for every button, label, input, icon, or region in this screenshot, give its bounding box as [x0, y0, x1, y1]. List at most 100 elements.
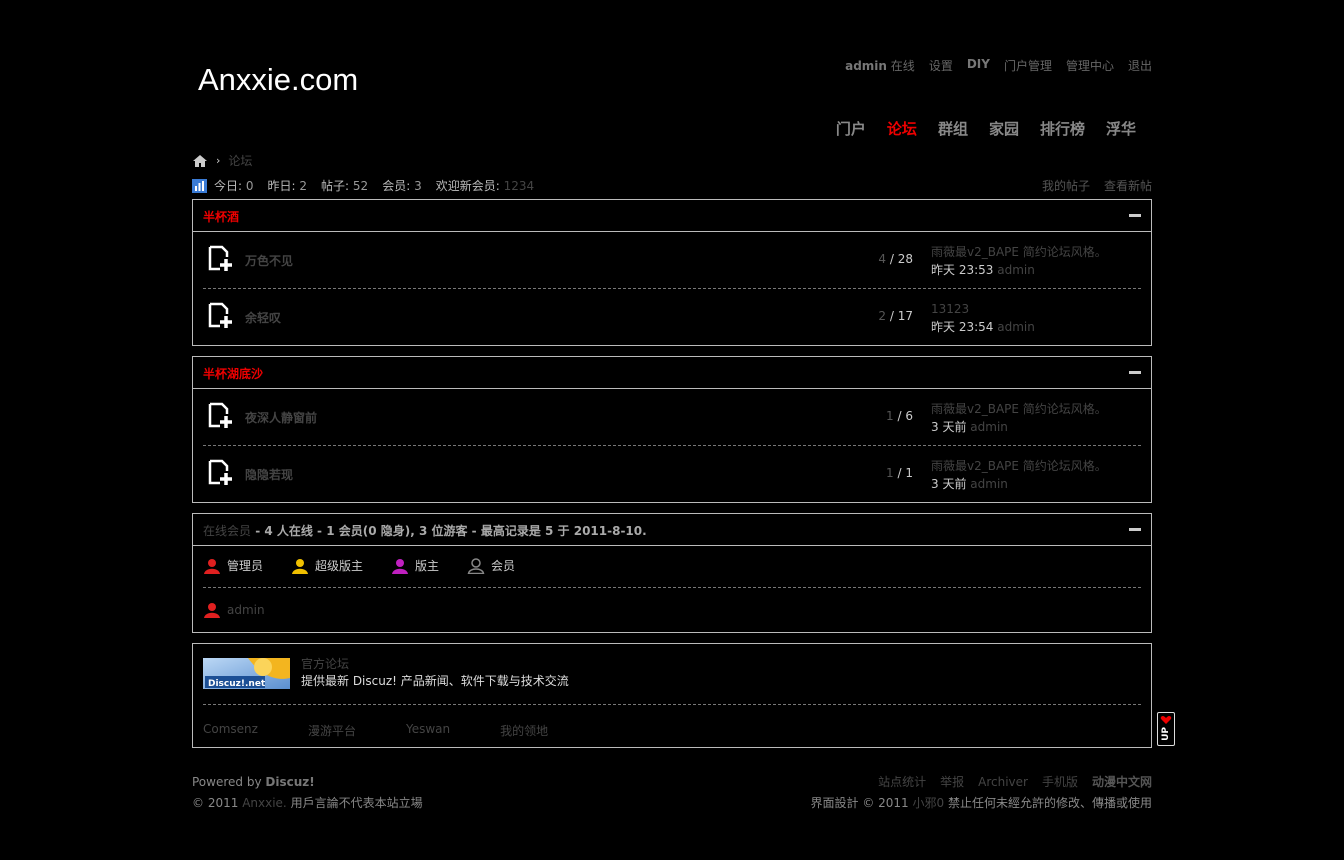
site-logo[interactable]: Anxxie.com: [198, 62, 358, 98]
category-title[interactable]: 半杯酒: [203, 208, 239, 225]
footer-links: 站点统计 举报 Archiver 手机版 动漫中文网: [811, 772, 1152, 793]
user-icon: [467, 557, 485, 574]
forum-new-icon[interactable]: [207, 402, 235, 430]
stat-members: 会员: 3: [382, 179, 422, 193]
text-link[interactable]: Comsenz: [203, 722, 258, 739]
footer-link-comic[interactable]: 动漫中文网: [1092, 772, 1152, 793]
nav-home[interactable]: 家园: [989, 118, 1019, 139]
forum-row: 万色不见 4 / 28 雨薇最v2_BAPE 简约论坛风格。 昨天 23:53 …: [203, 231, 1141, 288]
forum-counts: 2 / 17: [878, 309, 913, 323]
svg-text:Discuz!.net: Discuz!.net: [208, 679, 266, 689]
forum-counts: 1 / 1: [886, 466, 913, 480]
copyright: © 2011 Anxxie. 用戶言論不代表本站立場: [192, 796, 423, 810]
back-to-top-button[interactable]: UP: [1157, 712, 1175, 746]
user-icon: [204, 558, 220, 574]
legend-admin: 管理员: [203, 557, 263, 574]
user-icon: [392, 558, 409, 574]
footer-link-archiver[interactable]: Archiver: [978, 772, 1028, 793]
online-user: admin: [203, 602, 265, 618]
breadcrumb: › 论坛: [192, 152, 252, 169]
last-post-title[interactable]: 雨薇最v2_BAPE 简约论坛风格。: [931, 400, 1107, 418]
footer-link-report[interactable]: 举报: [940, 772, 964, 793]
online-user-name[interactable]: admin: [227, 603, 265, 617]
site-link[interactable]: Anxxie.: [242, 796, 287, 810]
nav-portal[interactable]: 门户: [836, 118, 866, 139]
admin-center-link[interactable]: 管理中心: [1066, 57, 1114, 74]
diy-link[interactable]: DIY: [967, 57, 990, 74]
category-header: 半杯酒: [193, 200, 1151, 232]
nav-forum[interactable]: 论坛: [887, 118, 917, 139]
online-legend: 管理员 超级版主 版主 会员: [203, 557, 543, 574]
chevron-right-icon: ›: [216, 154, 221, 167]
last-post-title[interactable]: 13123: [931, 300, 1035, 318]
discuz-link[interactable]: Discuz!: [265, 775, 314, 789]
friend-link-desc: 提供最新 Discuz! 产品新闻、软件下载与技术交流: [301, 674, 569, 688]
collapse-icon[interactable]: [1129, 371, 1141, 374]
forum-name[interactable]: 隐隐若现: [245, 466, 293, 483]
designer-link[interactable]: 小邪0: [913, 796, 945, 810]
text-link[interactable]: 漫游平台: [308, 722, 356, 739]
last-post-author[interactable]: admin: [970, 477, 1008, 491]
online-summary: - 4 人在线 - 1 会员(0 隐身), 3 位游客 - 最高记录是 5 于 …: [251, 524, 647, 538]
footer-link-mobile[interactable]: 手机版: [1042, 772, 1078, 793]
stats-icon: [192, 178, 207, 193]
divider: [203, 704, 1141, 705]
forum-new-icon[interactable]: [207, 302, 235, 330]
logout-link[interactable]: 退出: [1128, 57, 1152, 74]
last-post-author[interactable]: admin: [997, 263, 1035, 277]
forum-new-icon[interactable]: [207, 245, 235, 273]
breadcrumb-current[interactable]: 论坛: [228, 152, 252, 169]
collapse-icon[interactable]: [1129, 214, 1141, 217]
top-links: admin 在线 设置 DIY 门户管理 管理中心 退出: [845, 57, 1152, 74]
nav-group[interactable]: 群组: [938, 118, 968, 139]
settings-link[interactable]: 设置: [929, 57, 953, 74]
online-header: 在线会员 - 4 人在线 - 1 会员(0 隐身), 3 位游客 - 最高记录是…: [193, 514, 1151, 546]
last-post-title[interactable]: 雨薇最v2_BAPE 简约论坛风格。: [931, 243, 1107, 261]
stat-today: 今日: 0: [214, 179, 254, 193]
category-box: 半杯酒 万色不见 4 / 28 雨薇最v2_BAPE 简约论坛风格。 昨天 23…: [192, 199, 1152, 346]
forum-name[interactable]: 万色不见: [245, 252, 293, 269]
forum-stats: 今日: 0 昨日: 2 帖子: 52 会员: 3 欢迎新会员: 1234 我的帖…: [192, 177, 1152, 195]
username-link[interactable]: admin: [845, 59, 887, 73]
category-header: 半杯湖底沙: [193, 357, 1151, 389]
last-post-time: 昨天 23:53: [931, 263, 994, 277]
collapse-icon[interactable]: [1129, 528, 1141, 531]
forum-last-post: 雨薇最v2_BAPE 简约论坛风格。 昨天 23:53 admin: [931, 243, 1107, 279]
friend-link-name[interactable]: 官方论坛: [301, 656, 569, 673]
category-box: 半杯湖底沙 夜深人静窗前 1 / 6 雨薇最v2_BAPE 简约论坛风格。 3 …: [192, 356, 1152, 503]
legend-mod: 版主: [391, 557, 439, 574]
new-member-link[interactable]: 1234: [504, 179, 535, 193]
forum-name[interactable]: 夜深人静窗前: [245, 409, 317, 426]
forum-row: 余轻叹 2 / 17 13123 昨天 23:54 admin: [203, 288, 1141, 345]
main-nav: 门户 论坛 群组 家园 排行榜 浮华: [815, 118, 1136, 139]
design-credit: 界面設計 © 2011 小邪0 禁止任何未經允許的修改、傳播或使用: [810, 796, 1152, 810]
back-to-top-label: UP: [1161, 727, 1171, 741]
last-post-time: 3 天前: [931, 477, 967, 491]
new-posts-link[interactable]: 查看新帖: [1104, 177, 1152, 194]
forum-counts: 4 / 28: [878, 252, 913, 266]
stat-yesterday: 昨日: 2: [267, 179, 308, 193]
discuz-logo[interactable]: Discuz!.net: [203, 658, 290, 689]
text-link[interactable]: Yeswan: [406, 722, 450, 739]
text-link[interactable]: 我的领地: [500, 722, 548, 739]
nav-ranking[interactable]: 排行榜: [1040, 118, 1085, 139]
forum-last-post: 13123 昨天 23:54 admin: [931, 300, 1035, 336]
forum-name[interactable]: 余轻叹: [245, 309, 281, 326]
category-title[interactable]: 半杯湖底沙: [203, 365, 263, 382]
last-post-author[interactable]: admin: [970, 420, 1008, 434]
nav-fuhua[interactable]: 浮华: [1106, 118, 1136, 139]
portal-admin-link[interactable]: 门户管理: [1004, 57, 1052, 74]
last-post-title[interactable]: 雨薇最v2_BAPE 简约论坛风格。: [931, 457, 1107, 475]
forum-counts: 1 / 6: [886, 409, 913, 423]
stat-new-member: 欢迎新会员: 1234: [435, 179, 535, 193]
friend-link-official: 官方论坛 提供最新 Discuz! 产品新闻、软件下载与技术交流: [301, 656, 569, 690]
powered-by: Powered by Discuz!: [192, 775, 315, 789]
last-post-author[interactable]: admin: [997, 320, 1035, 334]
my-posts-link[interactable]: 我的帖子: [1042, 177, 1090, 194]
online-label[interactable]: 在线会员: [203, 524, 251, 538]
footer-link-stats[interactable]: 站点统计: [878, 772, 926, 793]
forum-row: 隐隐若现 1 / 1 雨薇最v2_BAPE 简约论坛风格。 3 天前 admin: [203, 445, 1141, 502]
text-links: Comsenz 漫游平台 Yeswan 我的领地: [203, 722, 598, 739]
home-icon[interactable]: [192, 154, 208, 168]
forum-new-icon[interactable]: [207, 459, 235, 487]
